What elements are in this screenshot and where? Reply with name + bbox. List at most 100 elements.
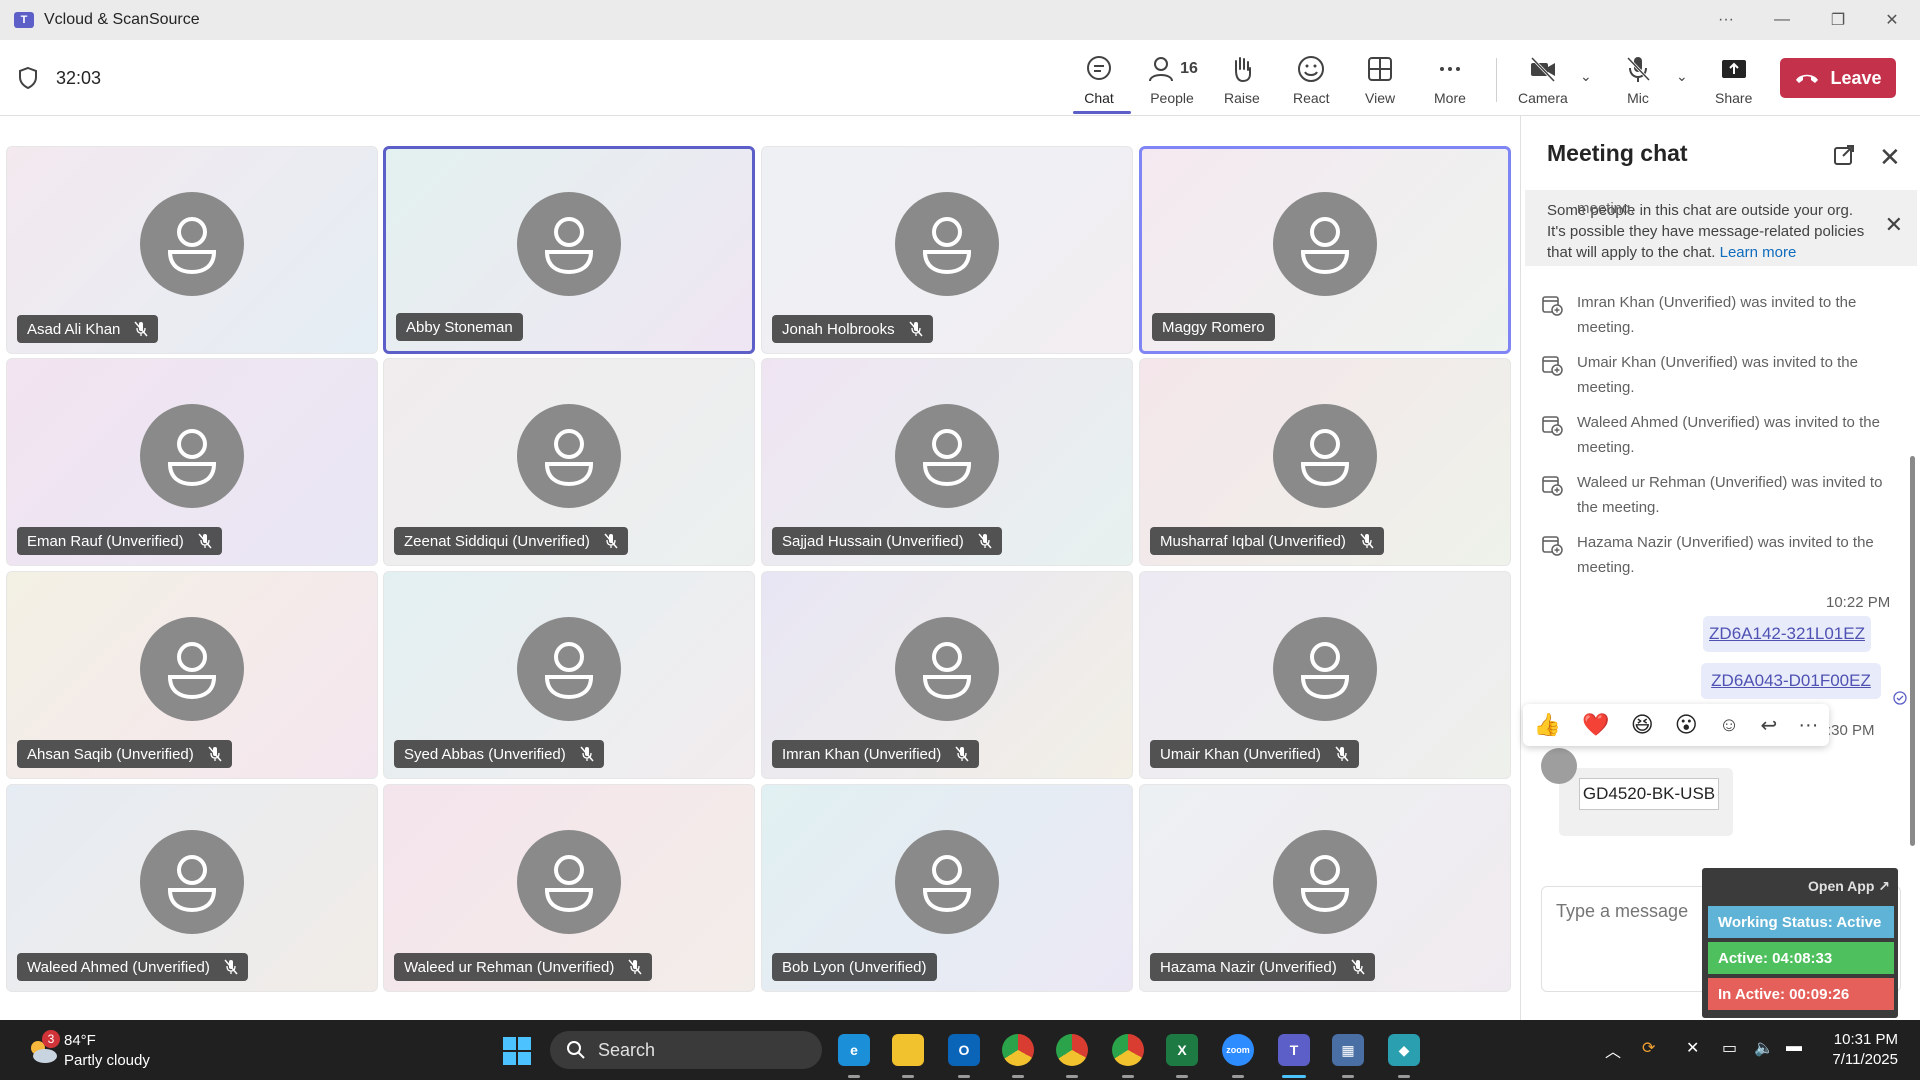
participant-tile[interactable]: Maggy Romero — [1139, 146, 1511, 354]
zoom-icon[interactable]: zoom — [1222, 1034, 1254, 1066]
camera-button[interactable]: Camera — [1518, 50, 1568, 112]
teams-icon[interactable]: T — [1278, 1034, 1310, 1066]
leave-button[interactable]: Leave — [1780, 58, 1896, 98]
windows-start-icon[interactable] — [502, 1036, 532, 1066]
raise-hand-button[interactable]: Raise — [1224, 50, 1260, 112]
react-button[interactable]: React — [1293, 50, 1330, 112]
laugh-reaction[interactable]: 😆 — [1631, 712, 1654, 738]
participant-tile[interactable]: Eman Rauf (Unverified) — [6, 358, 378, 566]
file-explorer-icon[interactable] — [892, 1034, 924, 1066]
message-link[interactable]: ZD6A142-321L01EZ — [1709, 624, 1865, 644]
more-options-icon[interactable]: ··· — [1698, 0, 1754, 40]
participant-name-tag: Waleed Ahmed (Unverified) — [17, 953, 248, 981]
more-label: More — [1434, 90, 1466, 106]
participant-tile[interactable]: Sajjad Hussain (Unverified) — [761, 358, 1133, 566]
more-button[interactable]: More — [1434, 50, 1466, 112]
dismiss-banner-icon[interactable]: ✕ — [1885, 214, 1903, 236]
my-message-1[interactable]: ZD6A142-321L01EZ — [1703, 616, 1871, 652]
participant-name-tag: Musharraf Iqbal (Unverified) — [1150, 527, 1384, 555]
person-avatar-icon — [1273, 830, 1377, 934]
search-icon — [567, 1041, 585, 1059]
battery-icon[interactable]: ▬ — [1786, 1038, 1802, 1056]
reply-icon[interactable]: ↩ — [1760, 713, 1777, 738]
smiley-icon — [1298, 56, 1325, 82]
participant-tile[interactable]: Bob Lyon (Unverified) — [761, 784, 1133, 992]
chrome-icon[interactable] — [1056, 1034, 1088, 1066]
my-message-2[interactable]: ZD6A043-D01F00EZ — [1701, 663, 1881, 699]
message-link[interactable]: ZD6A043-D01F00EZ — [1711, 671, 1871, 691]
participant-tile[interactable]: Waleed ur Rehman (Unverified) — [383, 784, 755, 992]
person-avatar-icon — [140, 830, 244, 934]
participant-name-tag: Umair Khan (Unverified) — [1150, 740, 1359, 768]
participant-tile[interactable]: Ahsan Saqib (Unverified) — [6, 571, 378, 779]
working-status: Working Status: Active — [1708, 906, 1894, 938]
chrome-icon[interactable] — [1002, 1034, 1034, 1066]
system-message: Waleed ur Rehman (Unverified) was invite… — [1541, 470, 1901, 520]
person-avatar-icon — [140, 192, 244, 296]
system-message-partial: meeting. — [1577, 202, 1635, 214]
participant-name: Maggy Romero — [1162, 318, 1265, 336]
share-button[interactable]: Share — [1715, 50, 1752, 112]
learn-more-link[interactable]: Learn more — [1720, 244, 1797, 261]
participant-tile[interactable]: Abby Stoneman — [383, 146, 755, 354]
outlook-icon[interactable]: O — [948, 1034, 980, 1066]
calendar-invite-icon — [1542, 476, 1563, 496]
mic-muted-tray-icon[interactable]: ✕ — [1686, 1038, 1699, 1058]
clock-time: 10:31 PM — [1833, 1031, 1898, 1048]
chrome-icon[interactable] — [1112, 1034, 1144, 1066]
react-label: React — [1293, 90, 1330, 106]
participant-name-tag: Bob Lyon (Unverified) — [772, 953, 937, 981]
people-button[interactable]: 16 People — [1148, 50, 1198, 112]
view-button[interactable]: View — [1365, 50, 1395, 112]
close-chat-icon[interactable]: ✕ — [1879, 142, 1901, 173]
more-options-icon[interactable]: ··· — [1798, 714, 1818, 737]
participant-tile[interactable]: Musharraf Iqbal (Unverified) — [1139, 358, 1511, 566]
participant-tile[interactable]: Umair Khan (Unverified) — [1139, 571, 1511, 779]
sync-icon[interactable]: ⟳ — [1642, 1038, 1655, 1058]
app-icon[interactable]: ◆ — [1388, 1034, 1420, 1066]
volume-icon[interactable]: 🔈 — [1754, 1038, 1774, 1058]
participant-tile[interactable]: Zeenat Siddiqui (Unverified) — [383, 358, 755, 566]
maximize-button[interactable]: ❐ — [1810, 0, 1866, 40]
participant-name-tag: Maggy Romero — [1152, 313, 1275, 341]
participant-tile[interactable]: Asad Ali Khan — [6, 146, 378, 354]
sender-avatar — [1541, 748, 1577, 784]
surprised-reaction[interactable]: 😮 — [1675, 712, 1698, 738]
participant-tile[interactable]: Jonah Holbrooks — [761, 146, 1133, 354]
like-reaction[interactable]: 👍 — [1534, 712, 1561, 738]
heart-reaction[interactable]: ❤️ — [1582, 712, 1609, 738]
taskbar-search[interactable]: Search — [550, 1031, 822, 1069]
mic-muted-icon — [909, 321, 923, 337]
share-icon — [1721, 60, 1746, 78]
minimize-button[interactable]: — — [1754, 0, 1810, 40]
open-app-button[interactable]: Open App ↗ — [1808, 878, 1890, 895]
participant-tile[interactable]: Hazama Nazir (Unverified) — [1139, 784, 1511, 992]
mic-options-chevron-icon[interactable]: ⌄ — [1676, 68, 1688, 85]
participant-tile[interactable]: Syed Abbas (Unverified) — [383, 571, 755, 779]
participant-name: Umair Khan (Unverified) — [1160, 745, 1321, 763]
participant-tile[interactable]: Imran Khan (Unverified) — [761, 571, 1133, 779]
mic-off-icon — [1626, 56, 1651, 82]
participant-tile[interactable]: Waleed Ahmed (Unverified) — [6, 784, 378, 992]
chat-scrollbar[interactable] — [1910, 456, 1915, 846]
show-hidden-icons-chevron-icon[interactable]: ︿ — [1605, 1038, 1621, 1062]
pop-out-icon[interactable] — [1833, 144, 1855, 166]
close-window-button[interactable]: ✕ — [1864, 0, 1920, 40]
calculator-icon[interactable]: ▦ — [1332, 1034, 1364, 1066]
edge-icon[interactable]: e — [838, 1034, 870, 1066]
system-message-line: meeting. — [1577, 439, 1635, 456]
system-clock[interactable]: 10:31 PM 7/11/2025 — [1826, 1030, 1898, 1070]
excel-icon[interactable]: X — [1166, 1034, 1198, 1066]
participant-name-tag: Eman Rauf (Unverified) — [17, 527, 222, 555]
mic-button[interactable]: Mic — [1623, 50, 1653, 112]
network-icon[interactable]: ▭ — [1722, 1038, 1737, 1058]
running-indicator — [1282, 1075, 1306, 1078]
share-label: Share — [1715, 90, 1753, 106]
camera-options-chevron-icon[interactable]: ⌄ — [1580, 68, 1592, 85]
teams-icon: T — [14, 12, 34, 28]
person-avatar-icon — [895, 830, 999, 934]
weather-widget[interactable]: 3 84°F Partly cloudy — [22, 1030, 192, 1072]
chat-button[interactable]: Chat — [1084, 50, 1114, 112]
mic-muted-icon — [978, 533, 992, 549]
add-reaction-icon[interactable]: ☺ — [1719, 714, 1739, 737]
